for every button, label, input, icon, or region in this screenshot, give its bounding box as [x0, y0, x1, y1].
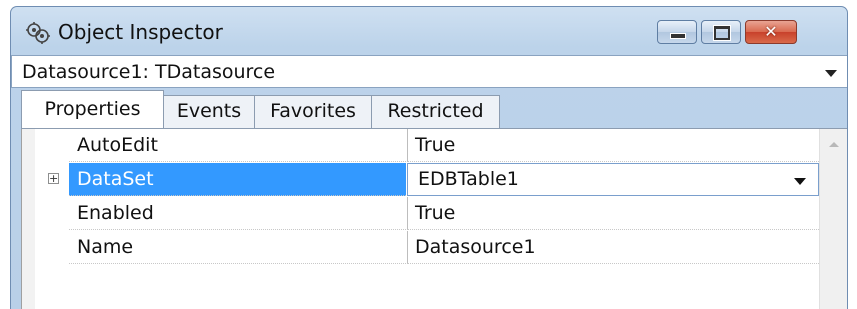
maximize-icon: [713, 25, 731, 41]
property-value[interactable]: Datasource1: [407, 231, 819, 264]
tab-properties[interactable]: Properties: [21, 90, 164, 128]
window-title: Object Inspector: [58, 20, 223, 44]
property-value[interactable]: True: [407, 197, 819, 230]
expand-icon[interactable]: +: [48, 173, 59, 184]
grid-gutter: [21, 129, 35, 309]
object-inspector-icon: [26, 22, 50, 44]
tab-restricted[interactable]: Restricted: [371, 95, 500, 128]
minimize-button[interactable]: [657, 20, 697, 44]
component-selector-value: Datasource1: TDatasource: [22, 61, 276, 83]
property-name[interactable]: Enabled: [69, 197, 406, 230]
property-row-enabled[interactable]: Enabled True: [35, 197, 819, 231]
vertical-scrollbar[interactable]: [819, 129, 847, 309]
minimize-icon: [670, 33, 686, 39]
close-button[interactable]: ✕: [745, 20, 797, 44]
property-name[interactable]: AutoEdit: [69, 129, 406, 162]
close-icon: ✕: [764, 22, 778, 41]
object-inspector-window: Object Inspector ✕ Datasource1: TDatasou…: [10, 6, 848, 309]
title-bar[interactable]: Object Inspector ✕: [11, 7, 847, 55]
property-name[interactable]: Name: [69, 231, 406, 264]
property-row-autoedit[interactable]: AutoEdit True: [35, 129, 819, 163]
scroll-up-icon[interactable]: [829, 142, 839, 147]
property-value-text: EDBTable1: [418, 168, 519, 190]
chevron-down-icon[interactable]: [794, 178, 806, 185]
tab-events[interactable]: Events: [163, 95, 255, 128]
chevron-down-icon[interactable]: [825, 70, 837, 77]
maximize-button[interactable]: [701, 20, 741, 44]
property-value[interactable]: True: [407, 129, 819, 162]
tab-strip: Properties Events Favorites Restricted: [11, 88, 847, 128]
property-row-name[interactable]: Name Datasource1: [35, 231, 819, 265]
property-row-dataset[interactable]: + DataSet EDBTable1: [35, 163, 819, 197]
tab-favorites[interactable]: Favorites: [254, 95, 372, 128]
component-selector-dropdown[interactable]: Datasource1: TDatasource: [11, 55, 847, 88]
property-name-selected[interactable]: DataSet: [69, 163, 406, 196]
property-value-editor[interactable]: EDBTable1: [407, 163, 819, 196]
property-grid: AutoEdit True + DataSet EDBTable1 Enable…: [21, 128, 847, 309]
